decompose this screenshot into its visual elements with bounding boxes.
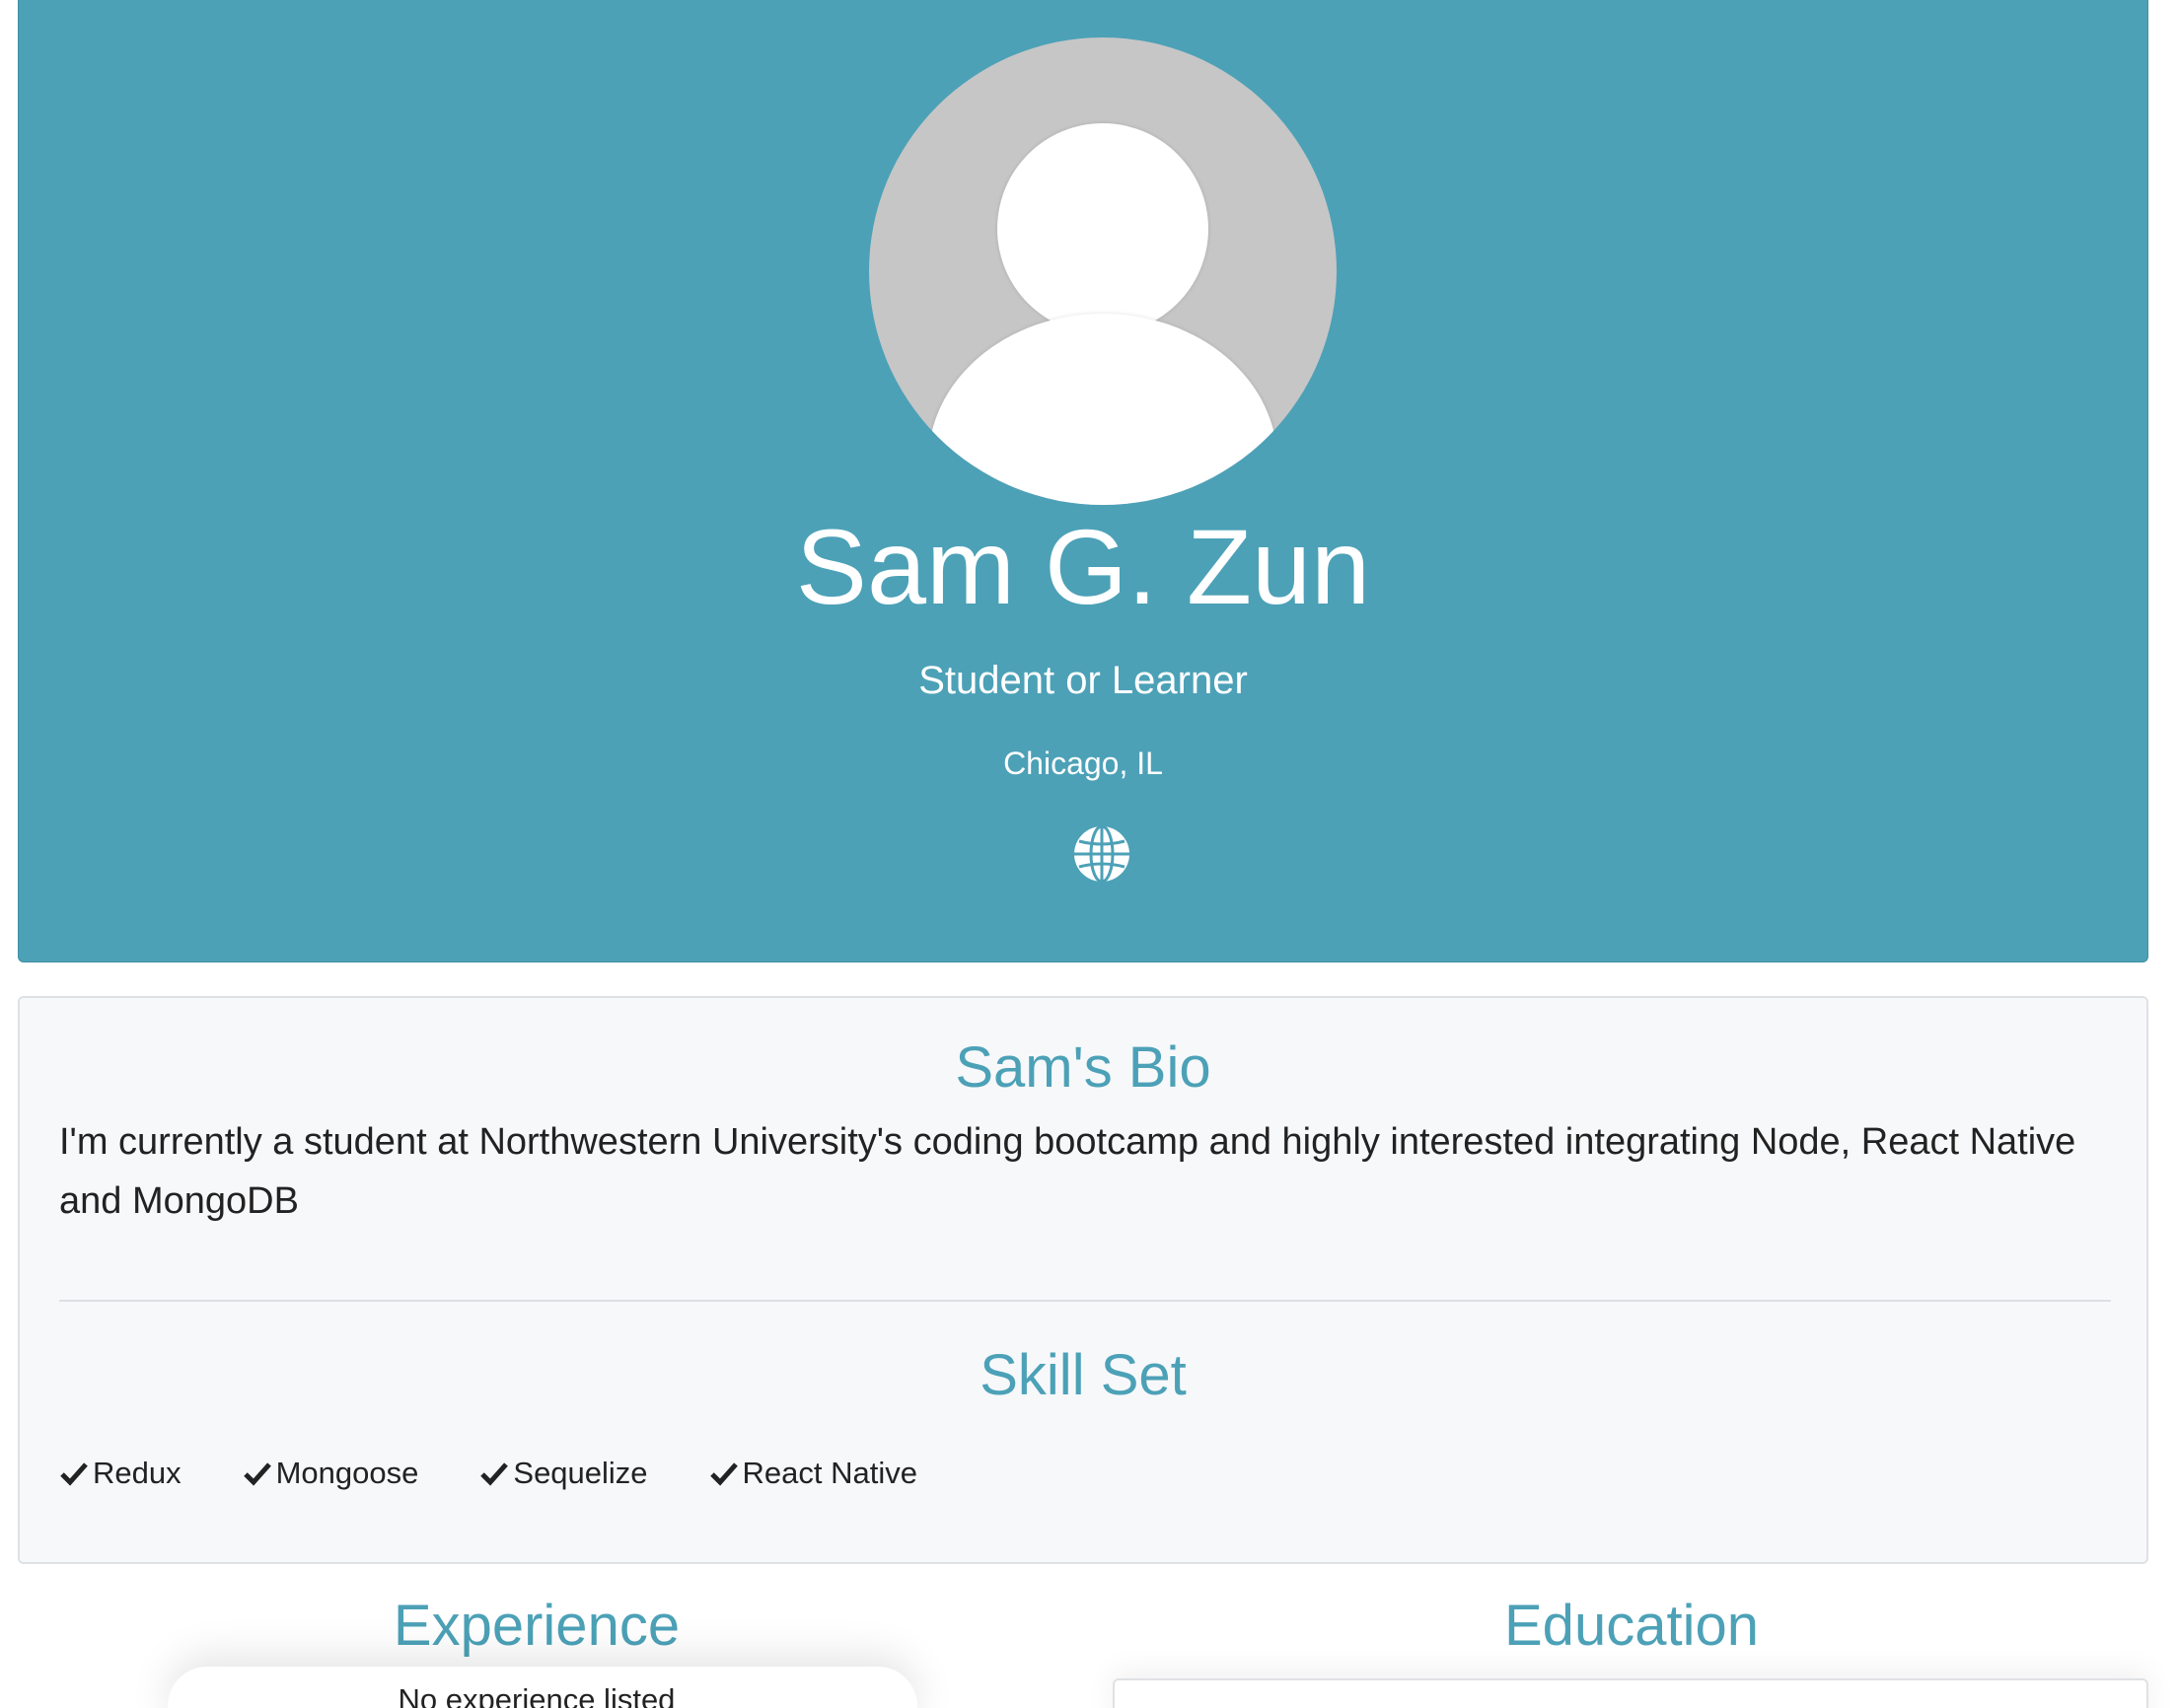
check-icon	[709, 1462, 738, 1486]
check-icon	[243, 1462, 271, 1486]
skill-item: React Native	[709, 1454, 917, 1493]
avatar-body-shape	[928, 314, 1277, 505]
check-icon	[60, 1462, 88, 1486]
education-title: Education	[1504, 1594, 1759, 1658]
experience-empty-text: No experience listed	[398, 1682, 676, 1708]
avatar-head-shape	[997, 123, 1208, 334]
skills-title: Skill Set	[980, 1343, 1187, 1407]
skill-label: Sequelize	[513, 1456, 648, 1490]
profile-status: Student or Learner	[918, 659, 1248, 702]
bio-card: Sam's Bio I'm currently a student at Nor…	[18, 996, 2148, 1564]
bio-title: Sam's Bio	[955, 1035, 1211, 1100]
globe-icon	[1074, 824, 1129, 884]
bio-text: I'm currently a student at Northwestern …	[59, 1121, 2076, 1222]
profile-name: Sam G. Zun	[795, 507, 1371, 626]
avatar	[869, 37, 1337, 505]
education-card	[1113, 1678, 2148, 1708]
profile-location: Chicago, IL	[1003, 746, 1163, 781]
skill-item: Sequelize	[479, 1454, 648, 1493]
skill-item: Redux	[59, 1454, 182, 1493]
divider	[59, 1300, 2111, 1302]
website-link[interactable]	[1070, 822, 1133, 886]
skill-label: React Native	[742, 1456, 918, 1490]
skill-item: Mongoose	[243, 1454, 419, 1493]
check-icon	[480, 1462, 509, 1486]
experience-title: Experience	[393, 1594, 681, 1658]
profile-header-card: Sam G. Zun Student or Learner Chicago, I…	[18, 0, 2148, 962]
skill-label: Mongoose	[275, 1456, 419, 1490]
profile-page: Sam G. Zun Student or Learner Chicago, I…	[0, 0, 2178, 1708]
skills-list: Redux Mongoose Sequelize React Native	[59, 1454, 979, 1493]
skill-label: Redux	[93, 1456, 182, 1490]
